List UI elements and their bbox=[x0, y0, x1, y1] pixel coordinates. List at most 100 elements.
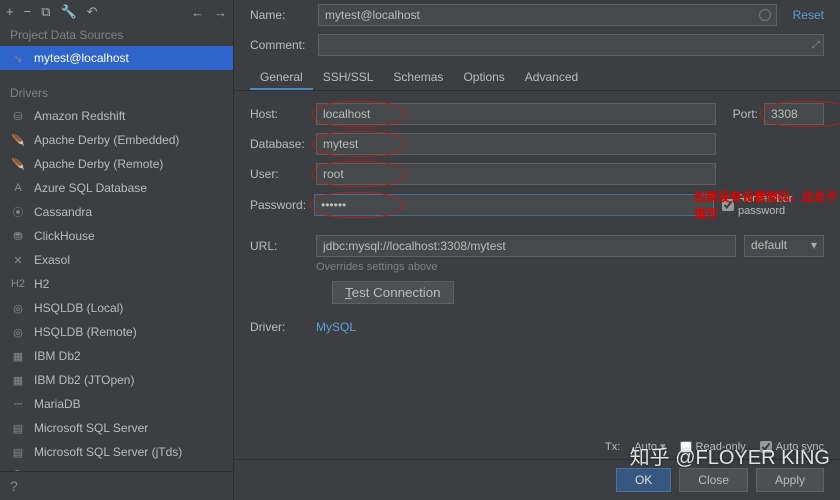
driver-icon: ⎓ bbox=[10, 396, 26, 412]
driver-item[interactable]: ◎ HSQLDB (Remote) bbox=[0, 320, 233, 344]
password-input[interactable] bbox=[314, 194, 714, 216]
copy-icon[interactable]: ⧉ bbox=[41, 4, 50, 20]
sidebar-toolbar: + − ⧉ 🔧 ↶ ← → bbox=[0, 0, 233, 24]
ring-icon bbox=[759, 9, 771, 21]
driver-item[interactable]: ◎ HSQLDB (Local) bbox=[0, 296, 233, 320]
user-input[interactable] bbox=[316, 163, 716, 185]
driver-link[interactable]: MySQL bbox=[316, 320, 356, 334]
driver-icon: ▤ bbox=[10, 444, 26, 460]
driver-icon: ▦ bbox=[10, 372, 26, 388]
driver-item[interactable]: 🐬MySQL bbox=[0, 464, 233, 471]
wrench-icon[interactable]: 🔧 bbox=[60, 4, 76, 20]
readonly-checkbox[interactable] bbox=[680, 441, 692, 453]
driver-icon: ◎ bbox=[10, 324, 26, 340]
tabs: GeneralSSH/SSLSchemasOptionsAdvanced bbox=[234, 60, 840, 91]
driver-item[interactable]: ▦ IBM Db2 bbox=[0, 344, 233, 368]
tab-general[interactable]: General bbox=[250, 66, 313, 90]
driver-item[interactable]: ⛃ ClickHouse bbox=[0, 224, 233, 248]
driver-label: HSQLDB (Remote) bbox=[34, 325, 137, 339]
password-note: 如果没有设置密码，此处不填写 bbox=[694, 188, 840, 222]
driver-icon: H2 bbox=[10, 276, 26, 292]
driver-label: Microsoft SQL Server (jTds) bbox=[34, 445, 182, 459]
driver-item[interactable]: ▤ Microsoft SQL Server (jTds) bbox=[0, 440, 233, 464]
driver-label: ClickHouse bbox=[34, 229, 95, 243]
tab-advanced[interactable]: Advanced bbox=[515, 66, 588, 90]
override-text: Overrides settings above bbox=[234, 261, 840, 277]
drivers-header: Drivers bbox=[0, 82, 233, 104]
driver-icon: ⛃ bbox=[10, 228, 26, 244]
datasource-icon: ↘ bbox=[10, 50, 26, 66]
driver-label: MariaDB bbox=[34, 397, 81, 411]
driver-item[interactable]: ⛁ Amazon Redshift bbox=[0, 104, 233, 128]
driver-label: Microsoft SQL Server bbox=[34, 421, 148, 435]
readonly-label: Read-only bbox=[696, 441, 746, 453]
test-connection-button[interactable]: TTest Connectionest Connection bbox=[332, 281, 454, 304]
url-mode-dropdown[interactable]: default bbox=[744, 235, 824, 257]
driver-label: H2 bbox=[34, 277, 49, 291]
database-label: Database: bbox=[250, 137, 308, 151]
driver-label-text: Driver: bbox=[250, 320, 308, 334]
driver-item[interactable]: ✕ Exasol bbox=[0, 248, 233, 272]
name-input[interactable] bbox=[318, 4, 777, 26]
driver-icon: ⦿ bbox=[10, 204, 26, 220]
remove-icon[interactable]: − bbox=[24, 4, 32, 20]
driver-icon: A bbox=[10, 180, 26, 196]
ok-button[interactable]: OK bbox=[616, 468, 671, 492]
driver-label: HSQLDB (Local) bbox=[34, 301, 123, 315]
tx-label: Tx: bbox=[605, 441, 620, 453]
drivers-list: ⛁ Amazon Redshift 🪶 Apache Derby (Embedded)… bbox=[0, 104, 233, 471]
url-input[interactable] bbox=[316, 235, 736, 257]
port-input[interactable] bbox=[764, 103, 824, 125]
datasource-name: mytest@localhost bbox=[34, 51, 129, 65]
database-input[interactable] bbox=[316, 133, 716, 155]
tx-dropdown[interactable]: Auto bbox=[634, 440, 665, 453]
add-icon[interactable]: + bbox=[6, 4, 14, 20]
forward-icon[interactable]: → bbox=[214, 5, 227, 20]
password-label: Password: bbox=[250, 198, 306, 212]
driver-icon: ◎ bbox=[10, 300, 26, 316]
host-input[interactable] bbox=[316, 103, 716, 125]
undo-icon[interactable]: ↶ bbox=[87, 4, 98, 20]
driver-icon: ✕ bbox=[10, 252, 26, 268]
help-button[interactable]: ? bbox=[0, 471, 233, 500]
driver-icon: ▦ bbox=[10, 348, 26, 364]
driver-label: Cassandra bbox=[34, 205, 92, 219]
tab-options[interactable]: Options bbox=[453, 66, 514, 90]
port-label: Port: bbox=[733, 107, 758, 121]
url-label: URL: bbox=[250, 239, 308, 253]
datasource-item[interactable]: ↘ mytest@localhost bbox=[0, 46, 233, 70]
project-data-sources-header: Project Data Sources bbox=[0, 24, 233, 46]
name-label: Name: bbox=[250, 8, 310, 22]
driver-icon: 🪶 bbox=[10, 156, 26, 172]
close-button[interactable]: Close bbox=[679, 468, 748, 492]
comment-input[interactable] bbox=[318, 34, 824, 56]
driver-item[interactable]: ▦ IBM Db2 (JTOpen) bbox=[0, 368, 233, 392]
driver-label: IBM Db2 bbox=[34, 349, 81, 363]
driver-label: Apache Derby (Remote) bbox=[34, 157, 163, 171]
driver-item[interactable]: H2 H2 bbox=[0, 272, 233, 296]
driver-item[interactable]: 🪶 Apache Derby (Embedded) bbox=[0, 128, 233, 152]
expand-icon[interactable]: ⤢ bbox=[812, 40, 820, 51]
driver-icon: ⛁ bbox=[10, 108, 26, 124]
driver-item[interactable]: A Azure SQL Database bbox=[0, 176, 233, 200]
driver-item[interactable]: ⎓ MariaDB bbox=[0, 392, 233, 416]
user-label: User: bbox=[250, 167, 308, 181]
host-label: Host: bbox=[250, 107, 308, 121]
driver-label: Azure SQL Database bbox=[34, 181, 147, 195]
driver-label: Apache Derby (Embedded) bbox=[34, 133, 179, 147]
driver-label: Amazon Redshift bbox=[34, 109, 125, 123]
reset-link[interactable]: Reset bbox=[793, 8, 824, 22]
tab-schemas[interactable]: Schemas bbox=[383, 66, 453, 90]
driver-icon: ▤ bbox=[10, 420, 26, 436]
driver-label: IBM Db2 (JTOpen) bbox=[34, 373, 134, 387]
driver-item[interactable]: ⦿ Cassandra bbox=[0, 200, 233, 224]
apply-button[interactable]: Apply bbox=[756, 468, 824, 492]
back-icon[interactable]: ← bbox=[191, 5, 204, 20]
driver-label: Exasol bbox=[34, 253, 70, 267]
driver-item[interactable]: ▤ Microsoft SQL Server bbox=[0, 416, 233, 440]
autosync-label: Auto sync bbox=[776, 441, 824, 453]
tab-sshssl[interactable]: SSH/SSL bbox=[313, 66, 384, 90]
driver-icon: 🪶 bbox=[10, 132, 26, 148]
driver-item[interactable]: 🪶 Apache Derby (Remote) bbox=[0, 152, 233, 176]
autosync-checkbox[interactable] bbox=[760, 441, 772, 453]
